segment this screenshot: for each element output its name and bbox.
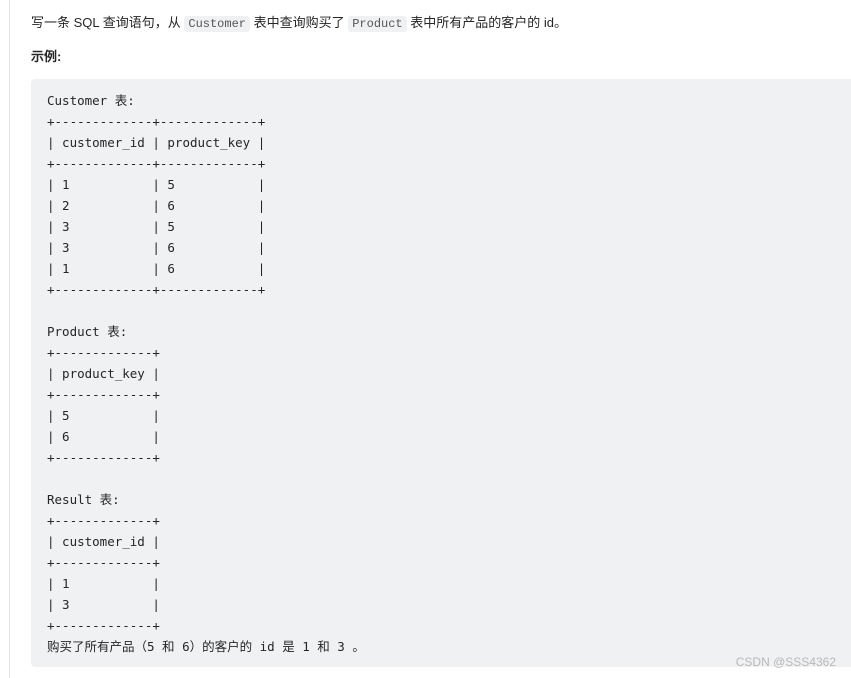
example-code-block: Customer 表: +-------------+-------------+… (31, 79, 851, 667)
code-line: | 2 | 6 | (47, 198, 266, 213)
inline-code-customer: Customer (184, 16, 250, 32)
left-border-rule (9, 0, 10, 678)
code-line: | 3 | (47, 597, 160, 612)
code-line: | customer_id | product_key | (47, 135, 266, 150)
code-line: +-------------+-------------+ (47, 114, 266, 129)
code-line: | product_key | (47, 366, 160, 381)
code-line: | customer_id | (47, 534, 160, 549)
code-line: +-------------+ (47, 345, 160, 360)
code-line: | 3 | 5 | (47, 219, 266, 234)
code-line: Customer 表: (47, 93, 135, 108)
code-line: Result 表: (47, 492, 120, 507)
description-text: 写一条 SQL 查询语句，从 (31, 15, 185, 30)
code-line: +-------------+ (47, 555, 160, 570)
code-line: | 5 | (47, 408, 160, 423)
code-line: +-------------+-------------+ (47, 156, 266, 171)
example-heading: 示例: (31, 49, 62, 64)
code-line: Product 表: (47, 324, 128, 339)
code-line: | 1 | (47, 576, 160, 591)
code-line: +-------------+ (47, 450, 160, 465)
code-line: +-------------+-------------+ (47, 282, 266, 297)
code-line: +-------------+ (47, 387, 160, 402)
code-line: | 3 | 6 | (47, 240, 266, 255)
code-line: | 1 | 5 | (47, 177, 266, 192)
description-text: 表中所有产品的客户的 id。 (406, 15, 567, 30)
code-line: 购买了所有产品（5 和 6）的客户的 id 是 1 和 3 。 (47, 639, 365, 654)
code-line: | 1 | 6 | (47, 261, 266, 276)
code-line: +-------------+ (47, 513, 160, 528)
inline-code-product: Product (348, 16, 407, 32)
code-content: Customer 表: +-------------+-------------+… (47, 90, 365, 657)
description-text: 表中查询购买了 (249, 15, 349, 30)
problem-description: 写一条 SQL 查询语句，从 Customer 表中查询购买了 Product … (31, 13, 567, 34)
watermark: CSDN @SSS4362 (735, 655, 836, 669)
code-line: +-------------+ (47, 618, 160, 633)
code-line: | 6 | (47, 429, 160, 444)
